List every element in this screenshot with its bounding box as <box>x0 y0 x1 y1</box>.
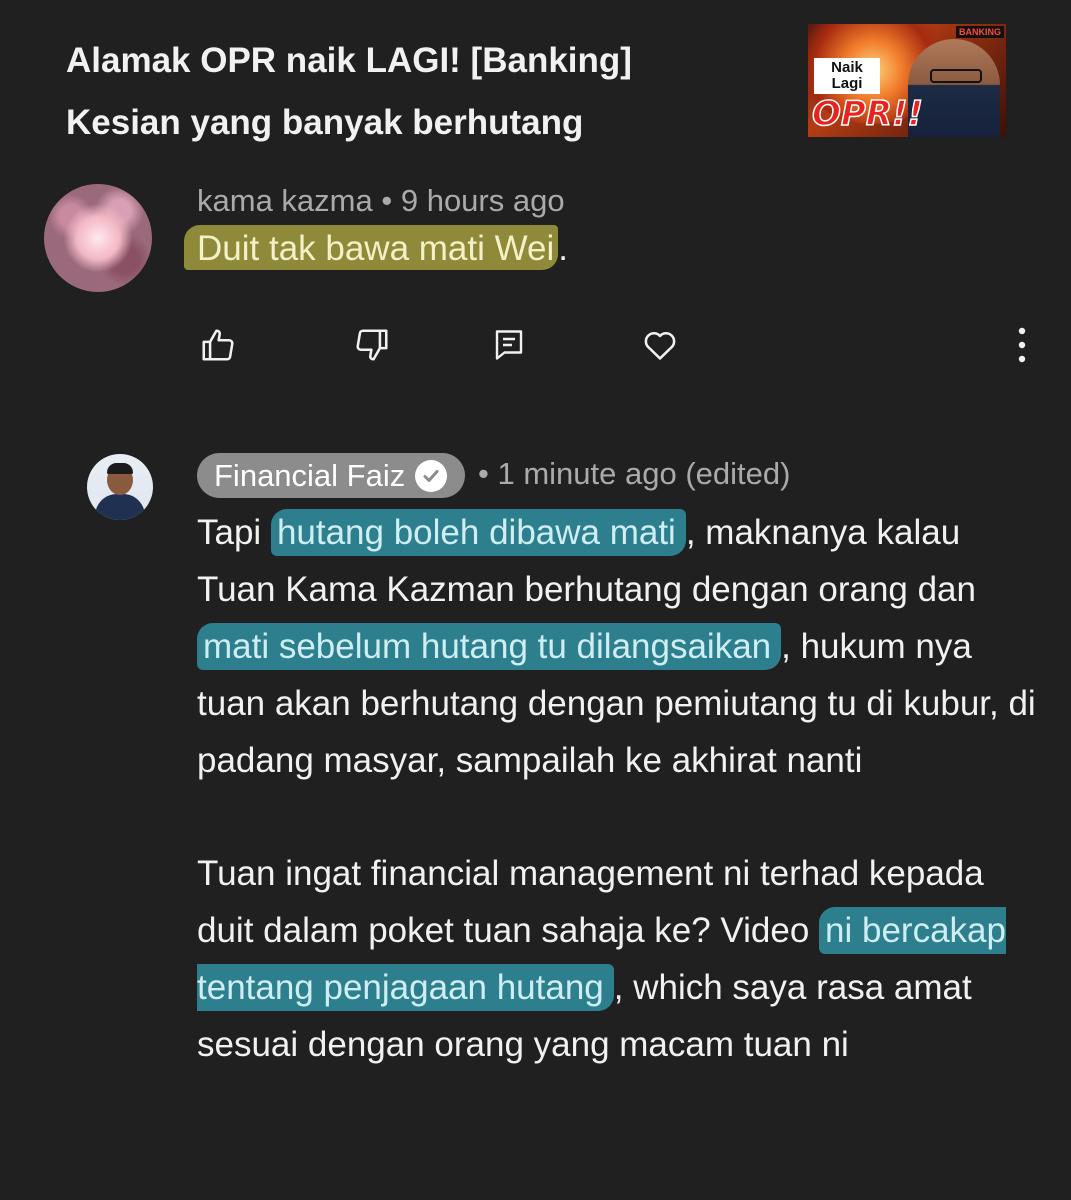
video-title[interactable]: Alamak OPR naik LAGI! [Banking] Kesian y… <box>66 30 786 154</box>
more-vertical-icon <box>1018 327 1026 363</box>
thumbs-down-icon <box>356 329 388 361</box>
thumbnail-naik-text: Naik Lagi <box>814 58 880 94</box>
comment-actions <box>0 322 1071 368</box>
highlighted-text: Duit tak bawa mati Wei <box>184 225 559 270</box>
video-thumbnail[interactable]: Naik Lagi OPR!! BANKING <box>808 24 1006 137</box>
commenter-avatar[interactable] <box>44 184 152 292</box>
thumbnail-tag: BANKING <box>956 26 1004 38</box>
heart-icon <box>644 332 676 360</box>
like-button[interactable] <box>198 322 238 368</box>
highlighted-text: mati sebelum hutang tu dilangsaikan <box>197 623 782 670</box>
comment-icon <box>495 330 523 360</box>
meta-separator: • <box>381 183 393 218</box>
comment-text: Duit tak bawa mati Wei. <box>184 225 568 270</box>
more-options-button[interactable] <box>1008 322 1036 368</box>
comment-time: 9 hours ago <box>400 183 565 218</box>
dislike-button[interactable] <box>352 322 392 368</box>
comment-author[interactable]: kama kazma <box>197 183 373 218</box>
reply-button[interactable] <box>489 322 529 368</box>
video-title-line-1: Alamak OPR naik LAGI! [Banking] <box>66 41 632 80</box>
reply-text: Tapi hutang boleh dibawa mati, maknanya … <box>197 504 1037 1073</box>
reply-meta: • 1 minute ago (edited) <box>478 456 791 491</box>
verified-check-icon <box>415 459 448 492</box>
reply-author-chip[interactable]: Financial Faiz <box>197 453 466 498</box>
comment-meta: kama kazma • 9 hours ago <box>197 183 565 219</box>
heart-button[interactable] <box>638 322 682 368</box>
reply-author-name: Financial Faiz <box>214 457 406 493</box>
video-title-line-2: Kesian yang banyak berhutang <box>66 103 584 142</box>
reply-author-avatar[interactable] <box>87 454 153 520</box>
thumbs-up-icon <box>202 329 234 361</box>
thumbnail-opr-text: OPR!! <box>811 93 924 135</box>
reply-paragraph-1: Tapi hutang boleh dibawa mati, maknanya … <box>197 504 1037 789</box>
reply-paragraph-2: Tuan ingat financial management ni terha… <box>197 845 1037 1073</box>
comment-text-end: . <box>558 229 568 268</box>
highlighted-text: hutang boleh dibawa mati <box>270 509 686 556</box>
text-segment: Tapi <box>197 513 271 552</box>
